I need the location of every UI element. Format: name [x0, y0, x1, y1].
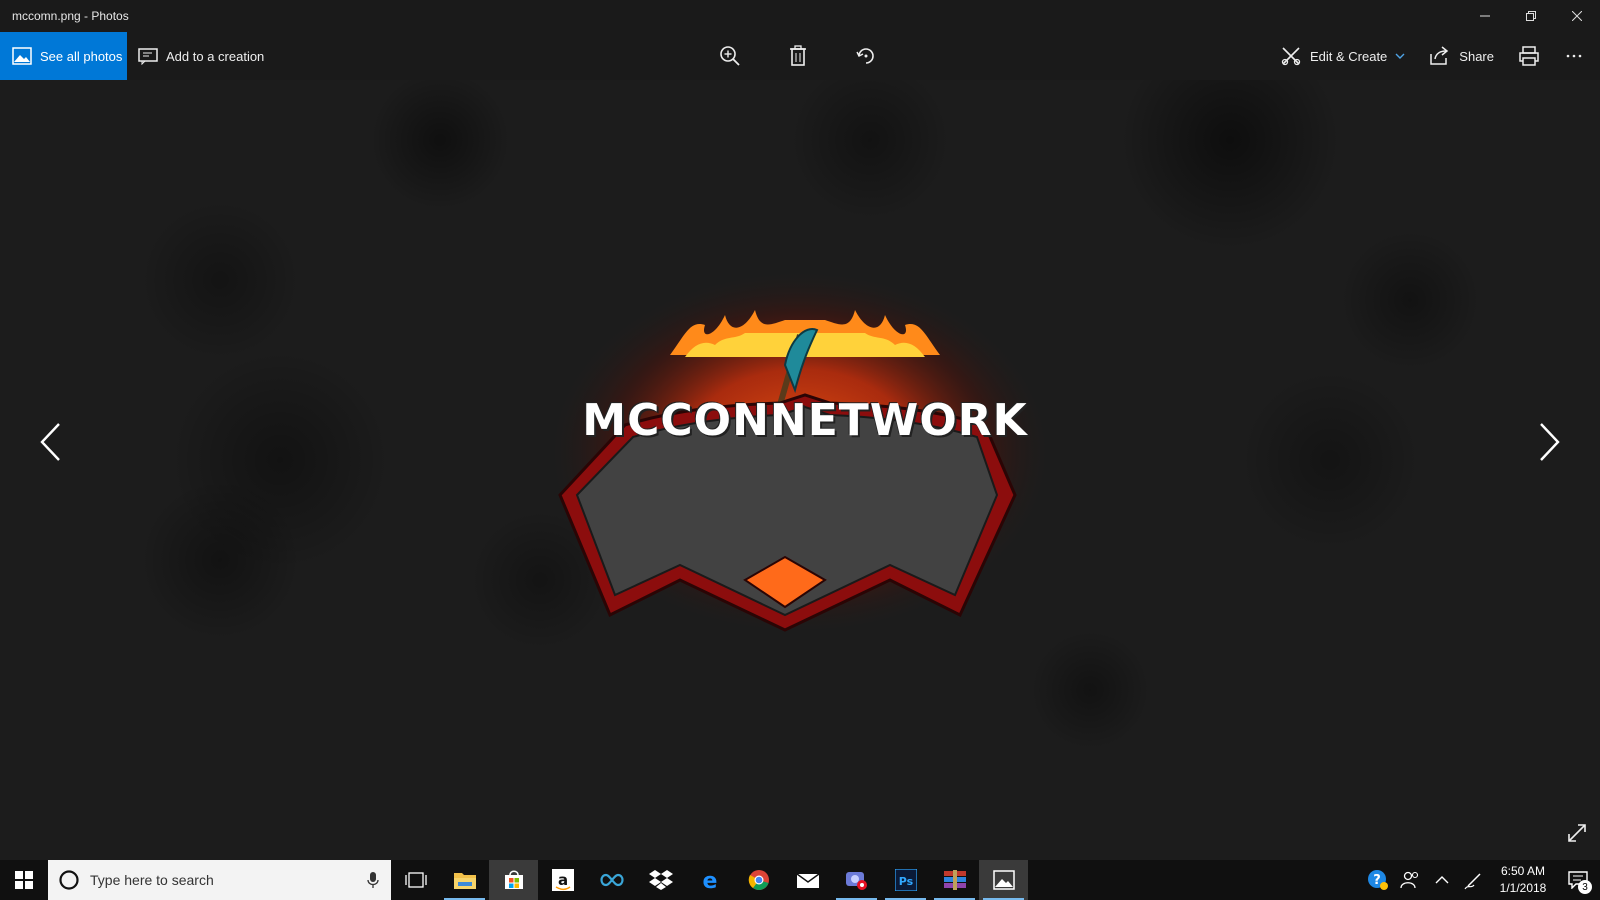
photoshop-icon: Ps: [894, 869, 917, 891]
record-app-icon: [845, 872, 867, 890]
taskbar-photos[interactable]: [979, 860, 1028, 900]
logo-image: MCCONNETWORK: [545, 245, 1055, 635]
minimize-button[interactable]: [1462, 0, 1508, 32]
system-clock[interactable]: 6:50 AM 1/1/2018: [1490, 863, 1556, 897]
system-tray: ? 6:50 AM 1/1/2018 3: [1362, 860, 1600, 900]
close-icon: [1572, 11, 1582, 21]
taskbar-edge[interactable]: e: [685, 860, 734, 900]
logo-text: MCCONNETWORK: [582, 395, 1028, 446]
previous-photo-button[interactable]: [30, 420, 70, 464]
see-all-photos-label: See all photos: [40, 48, 123, 64]
edit-create-button[interactable]: Edit & Create: [1268, 32, 1417, 80]
svg-text:Ps: Ps: [898, 875, 913, 888]
mail-icon: [796, 873, 819, 888]
creation-icon: [138, 48, 158, 65]
taskbar-amazon[interactable]: a: [538, 860, 587, 900]
next-photo-button[interactable]: [1530, 420, 1570, 464]
edit-create-label: Edit & Create: [1309, 48, 1388, 64]
help-icon: ?: [1368, 870, 1388, 890]
taskbar-photoshop[interactable]: Ps: [881, 860, 930, 900]
clock-date: 1/1/2018: [1499, 881, 1547, 895]
edit-icon: [1281, 47, 1301, 66]
add-to-creation-label: Add to a creation: [166, 48, 265, 64]
archive-icon: [943, 870, 966, 890]
taskbar-file-explorer[interactable]: [440, 860, 489, 900]
minimize-icon: [1480, 15, 1490, 17]
taskbar-chrome[interactable]: [734, 860, 783, 900]
close-button[interactable]: [1554, 0, 1600, 32]
restore-icon: [1526, 11, 1536, 21]
trash-icon: [790, 45, 806, 66]
task-view-icon: [404, 872, 427, 888]
svg-text:e: e: [702, 869, 717, 891]
print-button[interactable]: [1506, 32, 1552, 80]
dropbox-icon: [648, 870, 673, 890]
window-title: mccomn.png - Photos: [12, 9, 129, 23]
amazon-icon: a: [551, 869, 574, 891]
taskbar: Type here to search a e Ps ? 6:50 AM 1/1…: [0, 860, 1600, 900]
svg-text:a: a: [557, 871, 567, 889]
photos-icon: [12, 47, 32, 65]
chrome-icon: [748, 870, 769, 890]
search-box[interactable]: Type here to search: [48, 860, 391, 900]
windows-icon: [15, 871, 33, 889]
rotate-icon: [856, 48, 874, 64]
tray-show-hidden[interactable]: [1426, 860, 1458, 900]
photo-viewer: MCCONNETWORK: [0, 80, 1600, 860]
microphone-icon[interactable]: [367, 871, 379, 889]
action-center-button[interactable]: 3: [1556, 860, 1600, 900]
chevron-left-icon: [40, 423, 60, 461]
chevron-right-icon: [1540, 423, 1560, 461]
taskbar-store[interactable]: [489, 860, 538, 900]
title-bar: mccomn.png - Photos: [0, 0, 1600, 32]
edge-icon: e: [702, 869, 717, 891]
photos-toolbar: See all photos Add to a creation Edit & …: [0, 32, 1600, 80]
share-button[interactable]: Share: [1417, 32, 1506, 80]
share-icon: [1430, 46, 1449, 65]
zoom-button[interactable]: [718, 44, 742, 68]
cortana-icon: [59, 870, 79, 890]
search-placeholder: Type here to search: [90, 872, 214, 888]
chevron-down-icon: [1395, 53, 1405, 59]
folder-icon: [453, 873, 476, 889]
infinity-icon: [599, 873, 624, 887]
tray-people[interactable]: [1394, 860, 1426, 900]
pen-icon: [1464, 873, 1481, 890]
clock-time: 6:50 AM: [1500, 864, 1546, 878]
taskbar-winrar[interactable]: [930, 860, 979, 900]
expand-icon: [1568, 824, 1586, 842]
rotate-button[interactable]: [854, 44, 878, 68]
tray-pen[interactable]: [1458, 860, 1490, 900]
see-all-photos-button[interactable]: See all photos: [0, 32, 127, 80]
taskbar-dropbox[interactable]: [636, 860, 685, 900]
people-icon: [1400, 871, 1419, 889]
notification-badge: 3: [1578, 880, 1592, 894]
zoom-in-icon: [720, 46, 740, 66]
share-label: Share: [1459, 48, 1494, 64]
add-to-creation-button[interactable]: Add to a creation: [138, 32, 264, 80]
delete-button[interactable]: [786, 44, 810, 68]
taskbar-infinity-app[interactable]: [587, 860, 636, 900]
more-icon: [1566, 54, 1582, 58]
chevron-up-icon: [1435, 876, 1449, 884]
svg-text:?: ?: [1373, 873, 1381, 888]
store-icon: [504, 870, 523, 889]
fullscreen-button[interactable]: [1566, 822, 1590, 846]
tray-help[interactable]: ?: [1362, 860, 1394, 900]
start-button[interactable]: [0, 860, 48, 900]
restore-button[interactable]: [1508, 0, 1554, 32]
task-view-button[interactable]: [391, 860, 440, 900]
more-options-button[interactable]: [1552, 32, 1600, 80]
taskbar-record-app[interactable]: [832, 860, 881, 900]
photos-app-icon: [992, 870, 1015, 890]
printer-icon: [1519, 46, 1539, 66]
taskbar-mail[interactable]: [783, 860, 832, 900]
